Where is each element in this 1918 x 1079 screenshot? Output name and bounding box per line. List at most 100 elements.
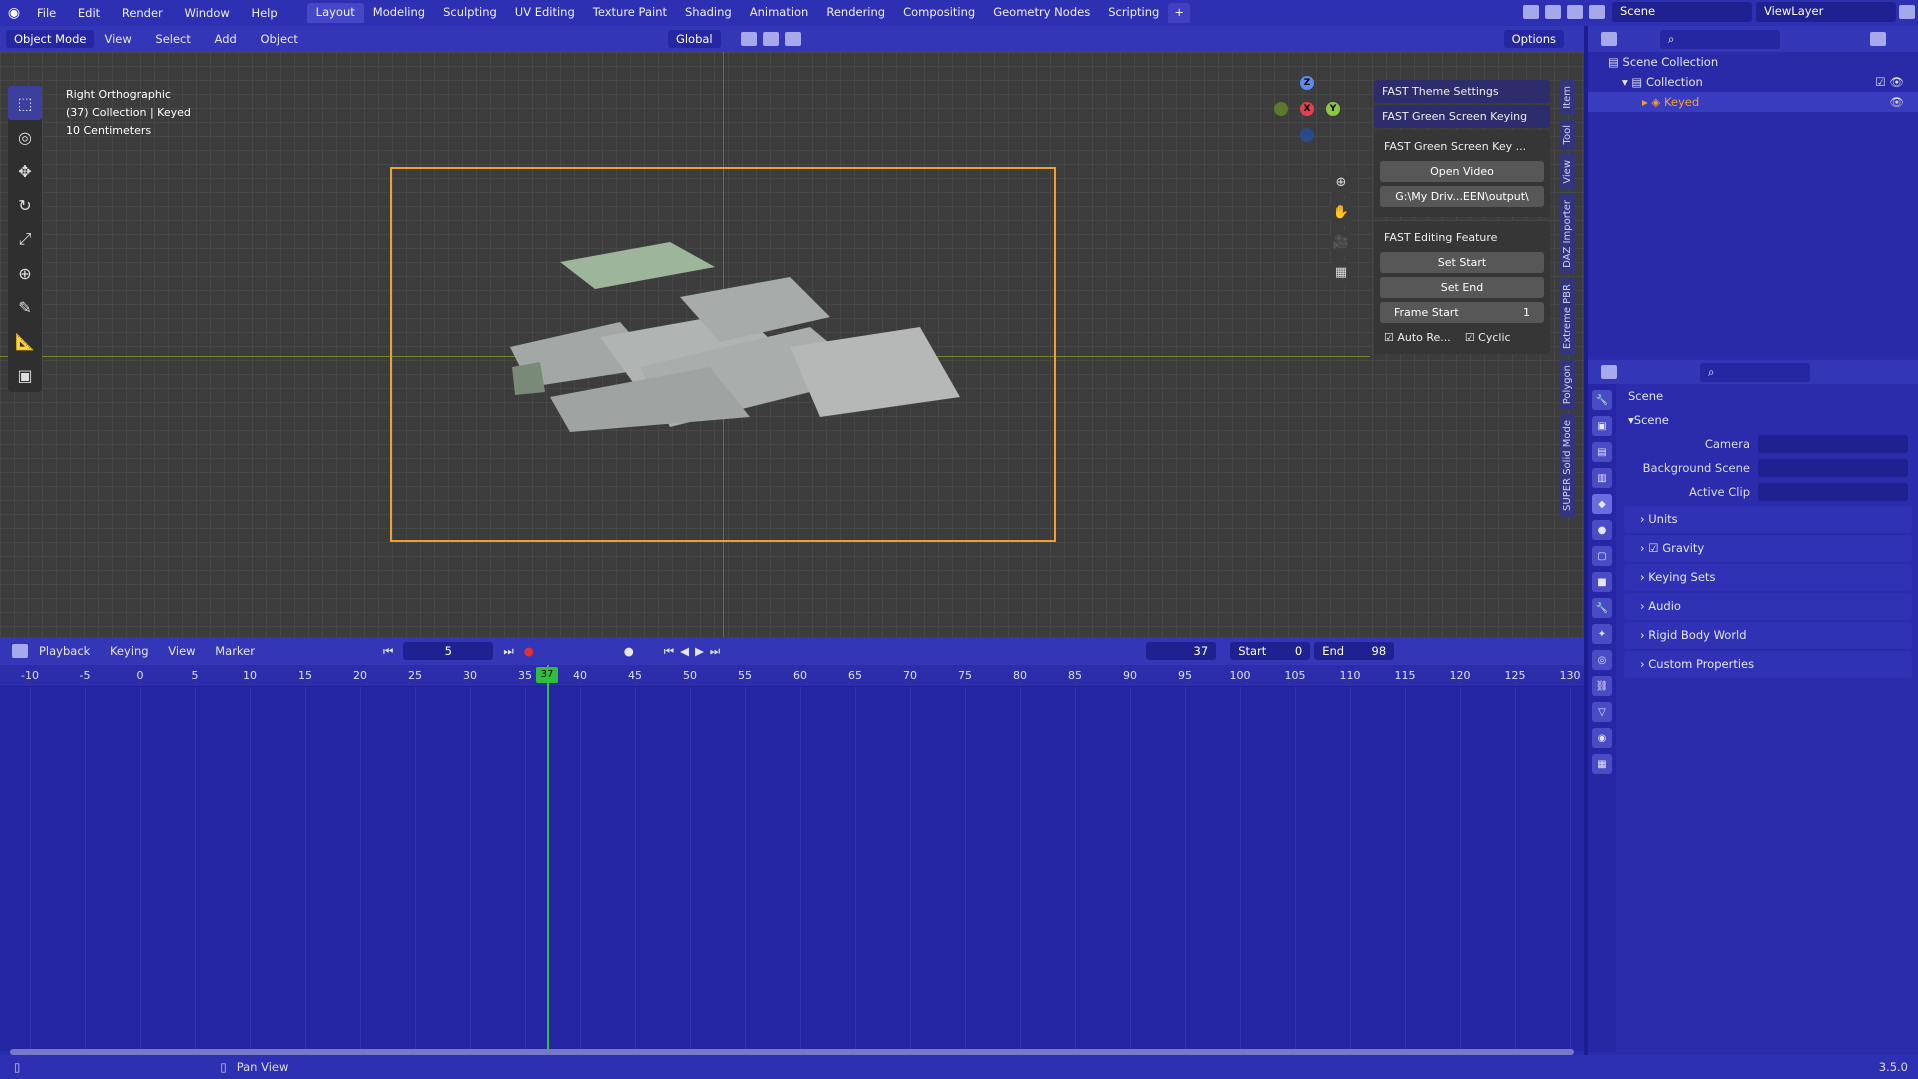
tab-shading[interactable]: Shading [676,3,741,23]
select-box-tool-icon[interactable]: ⬚ [8,86,42,120]
object-tab-icon[interactable]: ■ [1592,572,1612,592]
particles-tab-icon[interactable]: ✦ [1592,624,1612,644]
zoom-icon[interactable]: ⊕ [1328,170,1354,196]
pan-hand-icon[interactable]: ✋ [1328,200,1354,226]
tab-extreme-pbr[interactable]: Extreme PBR [1560,277,1575,355]
filter-icon[interactable] [1870,32,1886,46]
timeline-menu-view[interactable]: View [160,644,203,658]
proportional-edit-icon[interactable] [784,32,801,46]
keyed-visibility-icon[interactable]: 👁 [1889,92,1918,112]
properties-search-icon[interactable]: ⌕ [1700,362,1810,382]
scene-selector[interactable]: Scene [1612,2,1752,22]
custom-properties-panel[interactable]: › Custom Properties [1624,651,1912,678]
constraints-tab-icon[interactable]: ⛓ [1592,676,1612,696]
tab-polygon[interactable]: Polygon [1560,358,1575,411]
tab-super-solid-mode[interactable]: SUPER Solid Mode [1560,414,1575,518]
editor-type-icon[interactable] [12,644,28,658]
display-mode-icon[interactable] [1601,32,1617,46]
playhead-label[interactable]: 37 [536,667,558,683]
scene-panel-header[interactable]: ▾ Scene [1618,408,1918,432]
keying-sets-panel[interactable]: › Keying Sets [1624,564,1912,591]
viewport-menu-object[interactable]: Object [250,32,307,46]
money-stack-model[interactable] [490,217,970,447]
gizmo-neg-y-icon[interactable] [1274,102,1288,116]
options-button[interactable]: Options [1503,30,1564,48]
render-tab-icon[interactable]: ▣ [1592,416,1612,436]
gizmo-neg-z-icon[interactable] [1300,128,1314,142]
output-path-field[interactable]: G:\My Driv...EEN\output\ [1380,186,1544,207]
scene-collection-row[interactable]: ▤ Scene Collection [1588,52,1918,72]
tab-scripting[interactable]: Scripting [1099,3,1168,23]
tab-geometry-nodes[interactable]: Geometry Nodes [984,3,1099,23]
cyclic-checkbox[interactable]: ☑ Cyclic [1465,331,1511,344]
modifier-tab-icon[interactable]: 🔧 [1592,598,1612,618]
tab-sculpting[interactable]: Sculpting [434,3,506,23]
camera-view-icon[interactable]: 🎥 [1328,230,1354,256]
pivot-icon[interactable] [740,32,757,46]
current-frame-field[interactable]: 37 [1146,642,1217,660]
record-icon[interactable]: ● [524,644,534,658]
timeline-menu-playback[interactable]: Playback [31,644,98,658]
tab-view[interactable]: View [1560,154,1575,190]
blender-logo-icon[interactable]: ◉ [0,5,28,21]
texture-tab-icon[interactable]: ▦ [1592,754,1612,774]
end-frame-field[interactable]: End 98 [1314,642,1395,660]
menu-help[interactable]: Help [242,6,286,20]
cursor-tool-icon[interactable]: ◎ [8,120,42,154]
collection-visibility-icon[interactable]: ☑ 👁 [1875,72,1918,92]
tab-tool[interactable]: Tool [1560,118,1575,151]
frame-start-field[interactable]: Frame Start 1 [1380,302,1544,323]
scene-tab-icon[interactable]: ◆ [1592,494,1612,514]
measure-tool-icon[interactable]: 📐 [8,324,42,358]
viewlayer-selector[interactable]: ViewLayer [1756,2,1896,22]
snap-icon[interactable] [762,32,779,46]
audio-panel[interactable]: › Audio [1624,593,1912,620]
timeline-area[interactable] [0,687,1584,1051]
user-icon[interactable] [1899,5,1915,19]
rigid-body-world-panel[interactable]: › Rigid Body World [1624,622,1912,649]
viewport-menu-select[interactable]: Select [145,32,200,46]
playhead[interactable] [547,665,549,1051]
outliner-search-icon[interactable]: ⌕ [1660,29,1780,49]
units-panel[interactable]: › Units [1624,506,1912,533]
frame-step-field[interactable]: 5 [403,642,494,660]
fast-keying-header[interactable]: FAST Green Screen Keying [1374,105,1550,128]
tab-rendering[interactable]: Rendering [817,3,894,23]
tab-uv-editing[interactable]: UV Editing [506,3,584,23]
timeline-menu-marker[interactable]: Marker [207,644,263,658]
menu-file[interactable]: File [28,6,65,20]
gizmo-z-icon[interactable]: Z [1300,76,1314,90]
tab-animation[interactable]: Animation [741,3,818,23]
jump-start-icon[interactable]: ⏮ [383,644,393,659]
open-video-button[interactable]: Open Video [1380,161,1544,182]
overlay-icon[interactable] [1523,5,1539,19]
world-tab-icon[interactable]: ● [1592,520,1612,540]
navigation-gizmo[interactable]: Z Y X [1272,76,1342,146]
view-layer-tab-icon[interactable]: ▥ [1592,468,1612,488]
collection-tab-icon[interactable]: ▢ [1592,546,1612,566]
properties-editor-icon[interactable] [1601,365,1617,379]
orientation-dropdown[interactable]: Global [667,30,721,48]
gizmo-x-icon[interactable]: X [1300,102,1314,116]
ortho-grid-icon[interactable]: ▦ [1328,260,1354,286]
set-end-button[interactable]: Set End [1380,277,1544,298]
timeline-menu-keying[interactable]: Keying [102,644,157,658]
fast-theme-header[interactable]: FAST Theme Settings [1374,80,1550,103]
active-clip-field[interactable] [1758,483,1908,501]
rotate-tool-icon[interactable]: ↻ [8,188,42,222]
output-tab-icon[interactable]: ▤ [1592,442,1612,462]
gizmo-icon[interactable] [1545,5,1561,19]
background-scene-field[interactable] [1758,459,1908,477]
move-tool-icon[interactable]: ✥ [8,154,42,188]
viewport-menu-add[interactable]: Add [205,32,247,46]
tool-tab-icon[interactable]: 🔧 [1592,390,1612,410]
tab-compositing[interactable]: Compositing [894,3,984,23]
data-tab-icon[interactable]: ▽ [1592,702,1612,722]
playback-controls[interactable]: ⏮◀▶⏭ [664,644,726,659]
tab-item[interactable]: Item [1560,80,1575,115]
tab-modeling[interactable]: Modeling [364,3,434,23]
viewport-menu-view[interactable]: View [94,32,141,46]
transform-tool-icon[interactable]: ⊕ [8,256,42,290]
object-mode-dropdown[interactable]: Object Mode [6,30,95,48]
add-workspace-button[interactable]: + [1168,3,1190,23]
